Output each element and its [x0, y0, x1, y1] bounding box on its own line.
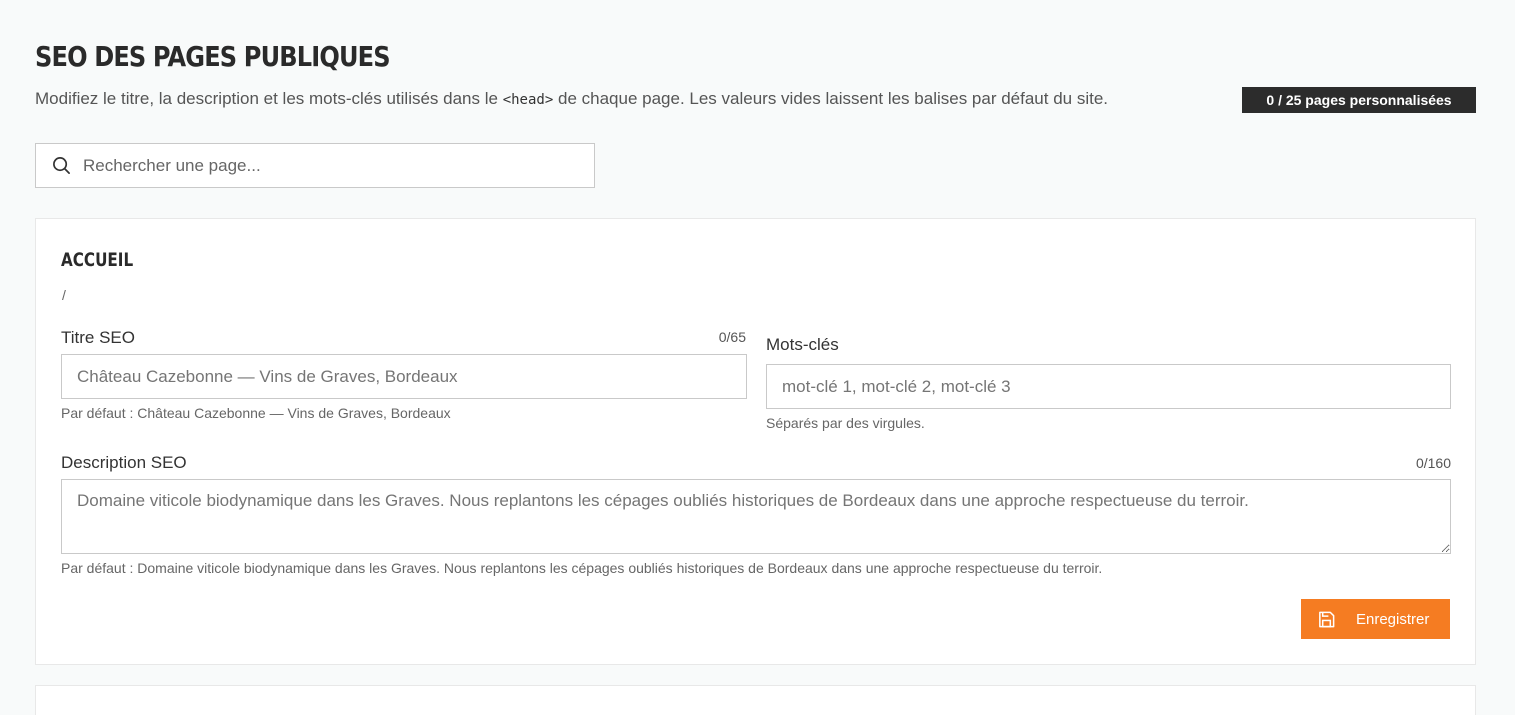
page-card-title: Accueil: [61, 249, 134, 271]
page-subtitle: Modifiez le titre, la description et les…: [35, 89, 1108, 109]
save-button-label: Enregistrer: [1356, 610, 1430, 628]
keywords-hint: Séparés par des virgules.: [766, 415, 925, 431]
subtitle-text-after: de chaque page. Les valeurs vides laisse…: [553, 89, 1109, 108]
page-title: SEO des pages publiques: [35, 40, 391, 73]
page-seo-card: Accueil / Titre SEO 0/65 Par défaut : Ch…: [35, 218, 1476, 665]
seo-title-label: Titre SEO: [61, 328, 135, 347]
head-tag-code: <head>: [502, 92, 554, 108]
seo-description-textarea[interactable]: [61, 479, 1451, 554]
seo-title-counter: 0/65: [718, 329, 746, 345]
seo-title-default-hint: Par défaut : Château Cazebonne — Vins de…: [61, 405, 451, 421]
customized-pages-badge: 0 / 25 pages personnalisées: [1242, 87, 1476, 113]
seo-title-input[interactable]: [61, 354, 747, 399]
save-button[interactable]: Enregistrer: [1301, 599, 1450, 639]
search-input[interactable]: [83, 155, 563, 176]
seo-description-label: Description SEO: [61, 453, 187, 472]
keywords-label: Mots-clés: [766, 335, 839, 354]
keywords-input[interactable]: [766, 364, 1451, 409]
page-path: /: [62, 287, 66, 303]
next-page-seo-card: [35, 685, 1476, 715]
search-box: [35, 143, 595, 188]
subtitle-text-before: Modifiez le titre, la description et les…: [35, 89, 503, 108]
seo-description-default-hint: Par défaut : Domaine viticole biodynamiq…: [61, 560, 1103, 576]
search-icon: [53, 157, 70, 174]
floppy-disk-icon: [1319, 611, 1335, 627]
seo-description-counter: 0/160: [1415, 455, 1451, 471]
